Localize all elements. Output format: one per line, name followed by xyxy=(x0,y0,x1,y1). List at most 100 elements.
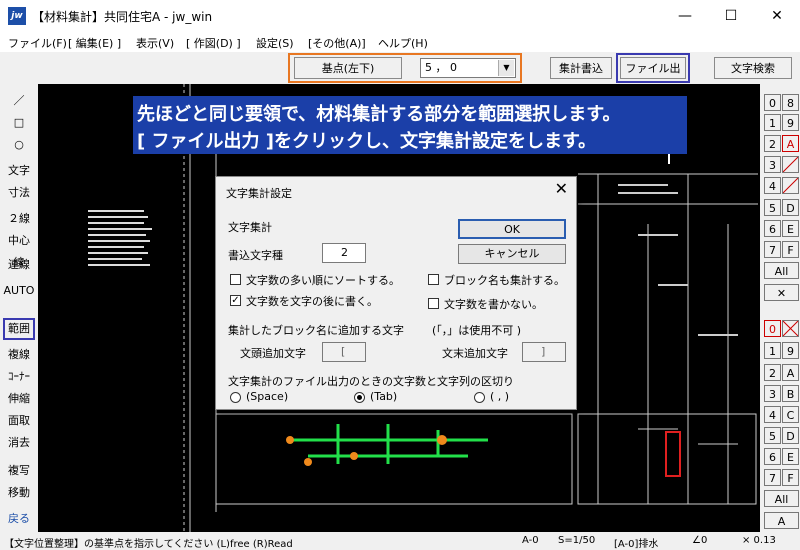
menu-draw[interactable]: [ 作図(D) ] xyxy=(186,35,241,51)
tool-erase[interactable]: 消去 xyxy=(3,432,35,454)
zoom-indicator[interactable]: × 0.13 xyxy=(742,535,776,546)
menu-bar: ファイル(F) [ 編集(E) ] 表示(V) [ 作図(D) ] 設定(S) … xyxy=(0,32,800,52)
layer-group-7[interactable]: 7 xyxy=(764,241,781,258)
layer-0[interactable]: 0 xyxy=(764,320,781,337)
tool-range[interactable]: 範囲 xyxy=(3,318,35,340)
base-point-button[interactable]: 基点(左下) xyxy=(294,57,402,79)
no-write-checkbox[interactable] xyxy=(428,298,439,309)
left-toolbar: ／ □ ○ 文字 寸法 ２線 中心線 連線 AUTO 範囲 複線 ｺｰﾅｰ 伸縮… xyxy=(0,84,38,532)
title-bar: jw 【材料集計】共同住宅A - jw_win — ☐ ✕ xyxy=(0,0,800,32)
tool-move[interactable]: 移動 xyxy=(3,482,35,504)
tool-offset[interactable]: 複線 xyxy=(3,344,35,366)
layer-5[interactable]: 5 xyxy=(764,427,781,444)
layer-group-2[interactable]: 2 xyxy=(764,135,781,152)
sep-space-radio[interactable] xyxy=(230,392,241,403)
layer-panel: 0 8 1 9 2 A 3 4 5 D 6 E 7 F All ✕ 0 1 9 … xyxy=(760,84,800,532)
paper-size[interactable]: A-0 xyxy=(522,535,539,546)
layer-group-A[interactable]: A xyxy=(782,135,799,152)
layer-6[interactable]: 6 xyxy=(764,448,781,465)
ok-button[interactable]: OK xyxy=(458,219,566,239)
layer-group-4[interactable]: 4 xyxy=(764,177,781,194)
dialog-close-button[interactable]: ✕ xyxy=(555,179,568,198)
text-search-button[interactable]: 文字検索 xyxy=(714,57,792,79)
layer-group-3[interactable]: 3 xyxy=(764,156,781,173)
layer-4[interactable]: 4 xyxy=(764,406,781,423)
layer-group-9[interactable]: 9 xyxy=(782,114,799,131)
layer-A[interactable]: A xyxy=(782,364,799,381)
tool-auto[interactable]: AUTO xyxy=(3,280,35,302)
tool-text[interactable]: 文字 xyxy=(3,160,35,182)
layer-3[interactable]: 3 xyxy=(764,385,781,402)
tool-chamfer[interactable]: 面取 xyxy=(3,410,35,432)
section-label: 文字集計 xyxy=(228,221,272,234)
menu-settings[interactable]: 設定(S) xyxy=(256,35,294,51)
tool-connect-line[interactable]: 連線 xyxy=(3,254,35,276)
tool-double-line[interactable]: ２線 xyxy=(3,208,35,230)
layer-9[interactable]: 9 xyxy=(782,342,799,359)
menu-view[interactable]: 表示(V) xyxy=(136,35,174,51)
tool-undo[interactable]: 戻る xyxy=(3,508,35,530)
prefix-input[interactable]: [ xyxy=(322,342,366,362)
sep-tab-radio[interactable] xyxy=(354,392,365,403)
angle-indicator[interactable]: ∠0 xyxy=(692,535,707,546)
layer-B[interactable]: B xyxy=(782,385,799,402)
layer-group-D[interactable]: D xyxy=(782,199,799,216)
hidden-layer-icon xyxy=(782,177,799,194)
menu-other[interactable]: [その他(A)] xyxy=(308,35,366,51)
layer-group-8[interactable]: 8 xyxy=(782,94,799,111)
tool-copy[interactable]: 複写 xyxy=(3,460,35,482)
maximize-button[interactable]: ☐ xyxy=(708,0,754,32)
layer-E[interactable]: E xyxy=(782,448,799,465)
layer-group-all[interactable]: All xyxy=(764,262,799,279)
layer-D[interactable]: D xyxy=(782,427,799,444)
tool-circle[interactable]: ○ xyxy=(3,134,35,156)
scale-combo[interactable]: 5 ， 0 ▼ xyxy=(420,58,516,78)
scale-indicator[interactable]: S=1/50 xyxy=(558,535,595,546)
layer-group-0[interactable]: 0 xyxy=(764,94,781,111)
layer-group-5[interactable]: 5 xyxy=(764,199,781,216)
layer-group-E[interactable]: E xyxy=(782,220,799,237)
tool-corner[interactable]: ｺｰﾅｰ xyxy=(3,366,35,388)
close-button[interactable]: ✕ xyxy=(754,0,800,32)
tool-dimension[interactable]: 寸法 xyxy=(3,182,35,204)
tool-line[interactable]: ／ xyxy=(3,90,35,112)
layer-group-6[interactable]: 6 xyxy=(764,220,781,237)
layer-group-1[interactable]: 1 xyxy=(764,114,781,131)
after-text-checkbox[interactable]: ✓ xyxy=(230,295,241,306)
layer-1[interactable]: 1 xyxy=(764,342,781,359)
block-checkbox[interactable] xyxy=(428,274,439,285)
layer-group-B-hidden[interactable] xyxy=(782,156,799,173)
layer-a-label[interactable]: A xyxy=(764,512,799,529)
tool-rectangle[interactable]: □ xyxy=(3,112,35,134)
write-type-label: 書込文字種 xyxy=(228,249,283,262)
text-aggregate-dialog: 文字集計設定 ✕ 文字集計 OK 書込文字種 2 キャンセル 文字数の多い順にソ… xyxy=(215,176,577,410)
layer-C[interactable]: C xyxy=(782,406,799,423)
sort-checkbox[interactable] xyxy=(230,274,241,285)
suffix-input[interactable]: ] xyxy=(522,342,566,362)
cancel-button[interactable]: キャンセル xyxy=(458,244,566,264)
menu-file[interactable]: ファイル(F) xyxy=(8,35,67,51)
layer-8-hidden[interactable] xyxy=(782,320,799,337)
layer-group-F[interactable]: F xyxy=(782,241,799,258)
write-type-input[interactable]: 2 xyxy=(322,243,366,263)
layer-indicator[interactable]: [A-0]排水 xyxy=(614,535,658,550)
layer-all[interactable]: All xyxy=(764,490,799,507)
tool-center-line[interactable]: 中心線 xyxy=(3,230,35,269)
layer-7[interactable]: 7 xyxy=(764,469,781,486)
close-icon[interactable]: ✕ xyxy=(764,284,799,301)
layer-2[interactable]: 2 xyxy=(764,364,781,381)
minimize-button[interactable]: — xyxy=(662,0,708,32)
tool-extend[interactable]: 伸縮 xyxy=(3,388,35,410)
sep-comma-radio[interactable] xyxy=(474,392,485,403)
menu-edit[interactable]: [ 編集(E) ] xyxy=(68,35,121,51)
layer-group-C-hidden[interactable] xyxy=(782,177,799,194)
app-icon: jw xyxy=(8,7,26,25)
file-output-button[interactable]: ファイル出力 xyxy=(620,57,686,97)
layer-F[interactable]: F xyxy=(782,469,799,486)
aggregate-write-button[interactable]: 集計書込 xyxy=(550,57,612,79)
toolbar: 基点(左下) 5 ， 0 ▼ 集計書込 ファイル出力 文字検索 xyxy=(0,52,800,97)
block-add-label: 集計したブロック名に追加する文字 xyxy=(228,324,404,337)
instruction-banner: 先ほどと同じ要領で、材料集計する部分を範囲選択します。 [ ファイル出力 ]をク… xyxy=(133,96,687,154)
chevron-down-icon[interactable]: ▼ xyxy=(498,60,514,76)
menu-help[interactable]: ヘルプ(H) xyxy=(378,35,428,51)
